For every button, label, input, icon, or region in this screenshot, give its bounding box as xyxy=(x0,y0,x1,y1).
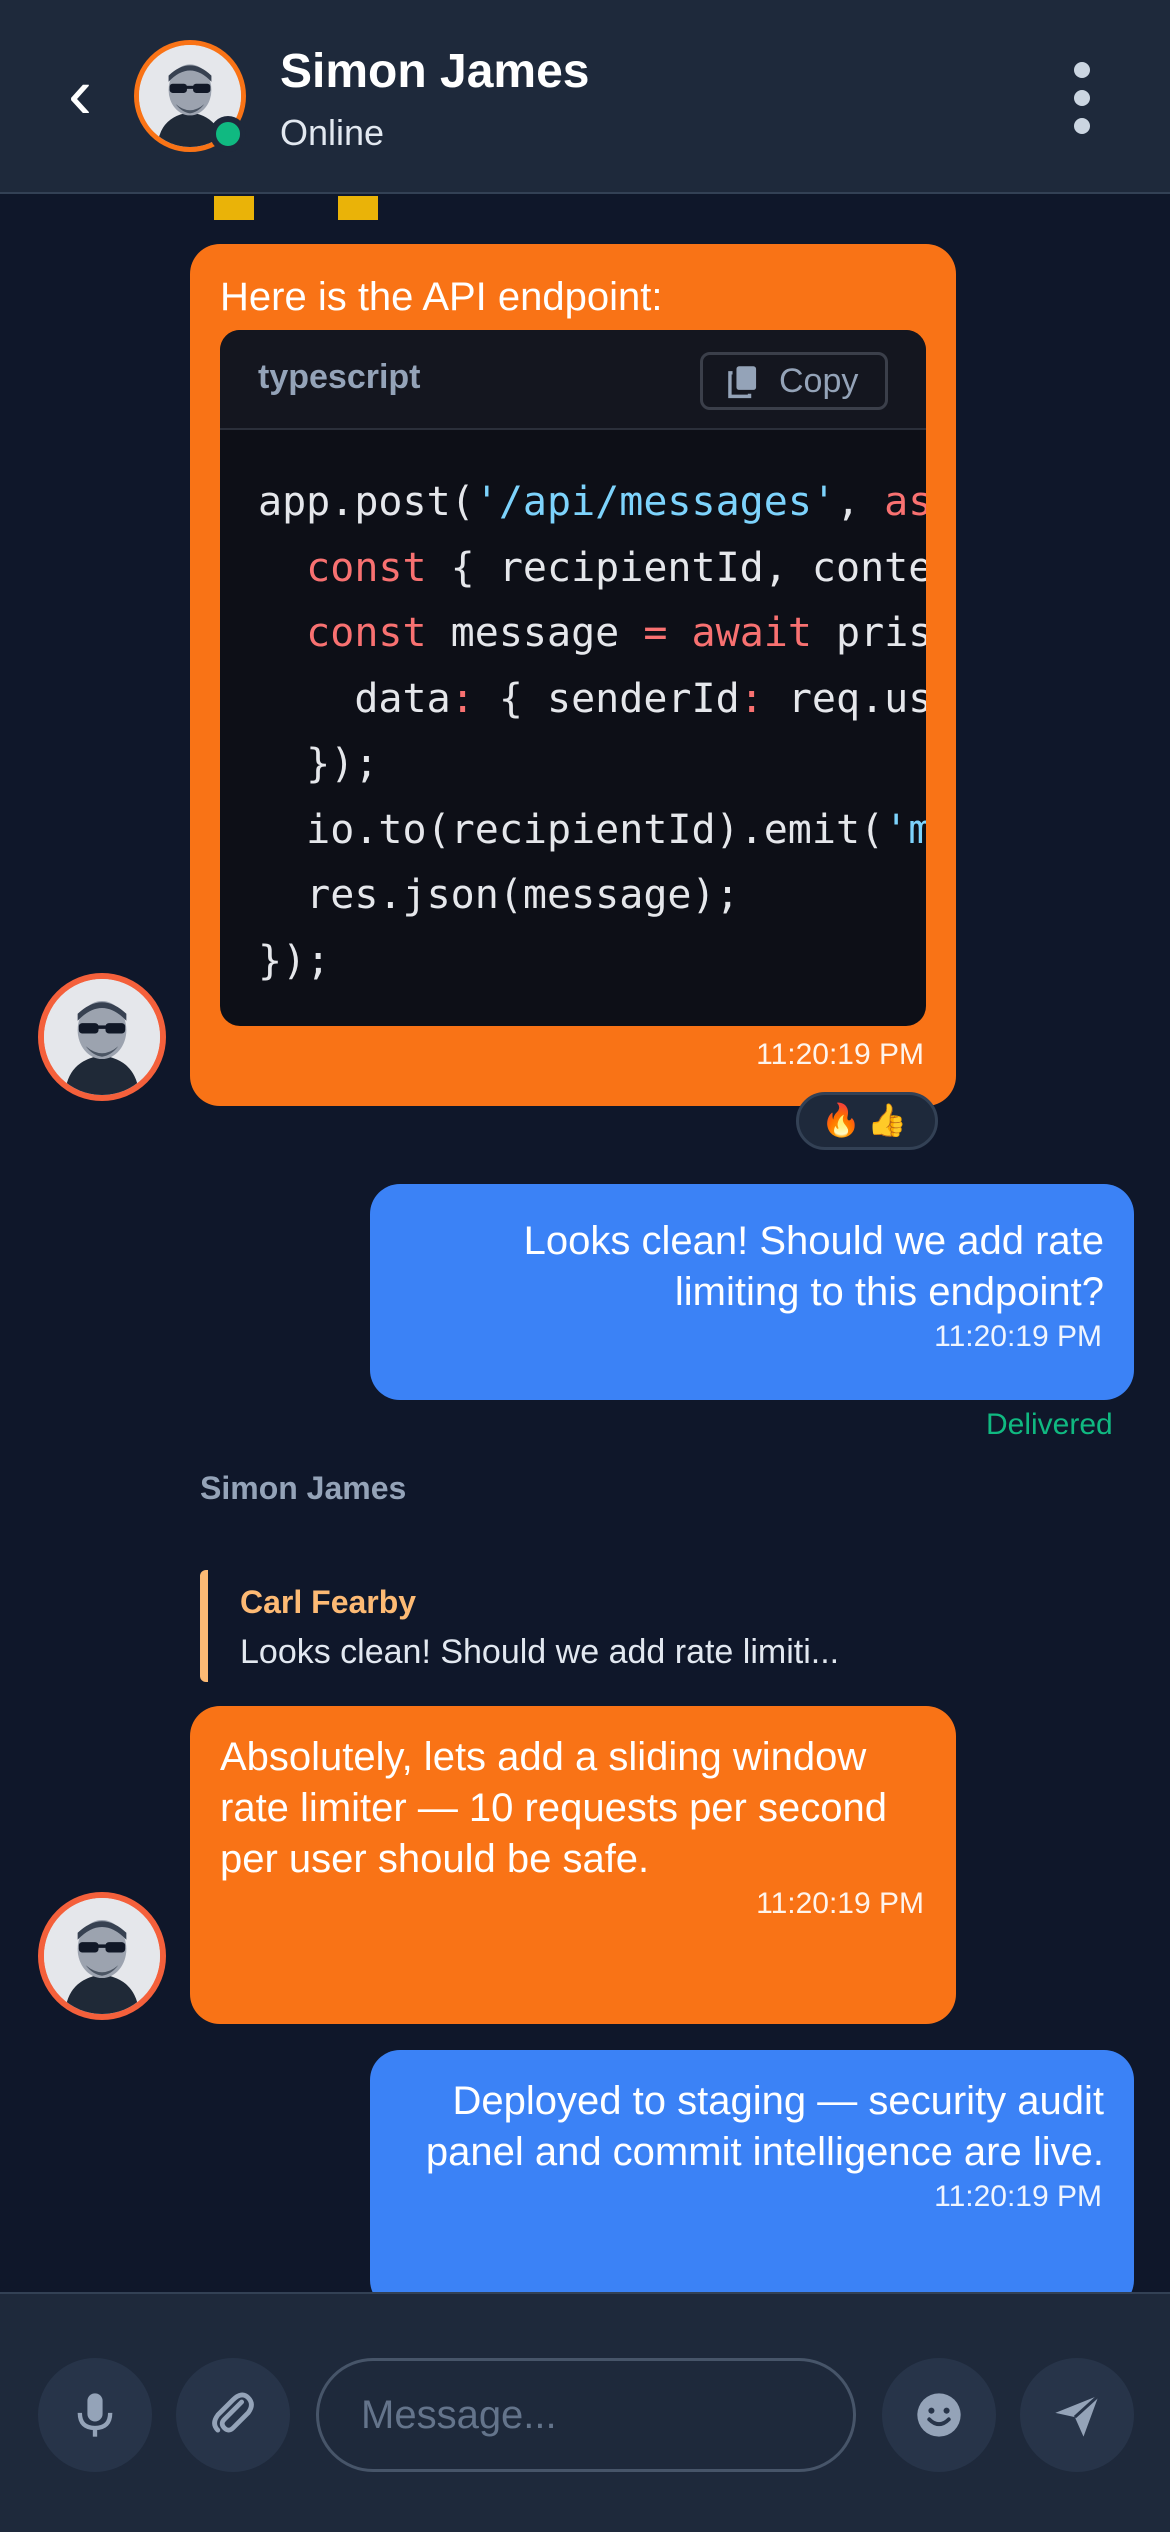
message-time: 11:20:19 PM xyxy=(934,1320,1102,1353)
code-line: }); xyxy=(258,937,331,984)
delivery-status: Delivered xyxy=(986,1408,1113,1441)
reply-preview[interactable]: Carl Fearby Looks clean! Should we add r… xyxy=(200,1570,940,1682)
message-composer xyxy=(0,2292,1170,2532)
message-time: 11:20:19 PM xyxy=(756,1887,924,1920)
previous-message-edge xyxy=(214,196,254,220)
back-button[interactable]: ‹ xyxy=(54,56,106,132)
voice-message-button[interactable] xyxy=(38,2358,152,2472)
copy-icon xyxy=(728,366,757,399)
reply-author: Carl Fearby xyxy=(240,1584,417,1620)
code-language: typescript xyxy=(258,358,421,396)
message-bubble-incoming[interactable]: Absolutely, lets add a sliding window ra… xyxy=(190,1706,956,2024)
emoji-button[interactable] xyxy=(882,2358,996,2472)
code-line: const { recipientId, conter xyxy=(306,544,926,591)
message-time: 11:20:19 PM xyxy=(756,1038,924,1071)
send-icon xyxy=(1055,2394,1100,2437)
message-bubble-incoming[interactable]: Here is the API endpoint: typescript Cop… xyxy=(190,244,956,1106)
paperclip-icon xyxy=(212,2392,254,2433)
copy-code-button[interactable]: Copy xyxy=(700,352,888,410)
code-line: const message = await prisr xyxy=(306,610,926,656)
contact-name: Simon James xyxy=(280,45,590,98)
chat-header: ‹ Simon James Online xyxy=(0,0,1170,194)
code-block: typescript Copy app.post('/api/messages'… xyxy=(220,330,926,1026)
sender-avatar[interactable] xyxy=(38,1892,166,2020)
message-time: 11:20:19 PM xyxy=(934,2180,1102,2213)
message-text: Here is the API endpoint: xyxy=(220,275,663,319)
code-line: res.json(message); xyxy=(258,872,740,918)
emoji-icon xyxy=(917,2393,961,2437)
online-status-dot xyxy=(210,116,246,152)
chevron-left-icon: ‹ xyxy=(68,54,92,134)
message-text: Looks clean! Should we add rate limiting… xyxy=(523,1219,1104,1314)
code-line: }); xyxy=(258,741,379,787)
reply-text: Looks clean! Should we add rate limiti..… xyxy=(240,1633,840,1671)
sender-name: Simon James xyxy=(200,1470,407,1506)
message-input[interactable] xyxy=(316,2358,856,2472)
message-bubble-outgoing[interactable]: Deployed to staging — security audit pan… xyxy=(370,2050,1134,2310)
previous-message-edge xyxy=(338,196,378,220)
contact-status: Online xyxy=(280,112,385,153)
code-line: app.post('/api/messages', asy xyxy=(258,479,926,525)
code-line: io.to(recipientId).emit('me xyxy=(258,806,926,853)
send-button[interactable] xyxy=(1020,2358,1134,2472)
message-bubble-outgoing[interactable]: Looks clean! Should we add rate limiting… xyxy=(370,1184,1134,1400)
more-vertical-icon xyxy=(1074,62,1090,78)
message-reactions[interactable]: 🔥👍 xyxy=(796,1092,938,1150)
more-options-button[interactable] xyxy=(1062,62,1102,134)
code-block-header: typescript Copy xyxy=(220,330,926,430)
attach-button[interactable] xyxy=(176,2358,290,2472)
message-text: Deployed to staging — security audit pan… xyxy=(425,2079,1104,2174)
code-line: data: { senderId: req.use xyxy=(258,675,926,722)
code-content: app.post('/api/messages', asy const { re… xyxy=(258,470,926,994)
microphone-icon xyxy=(77,2393,113,2437)
sender-avatar[interactable] xyxy=(38,973,166,1101)
message-text: Absolutely, lets add a sliding window ra… xyxy=(220,1735,887,1881)
copy-label: Copy xyxy=(779,362,859,400)
